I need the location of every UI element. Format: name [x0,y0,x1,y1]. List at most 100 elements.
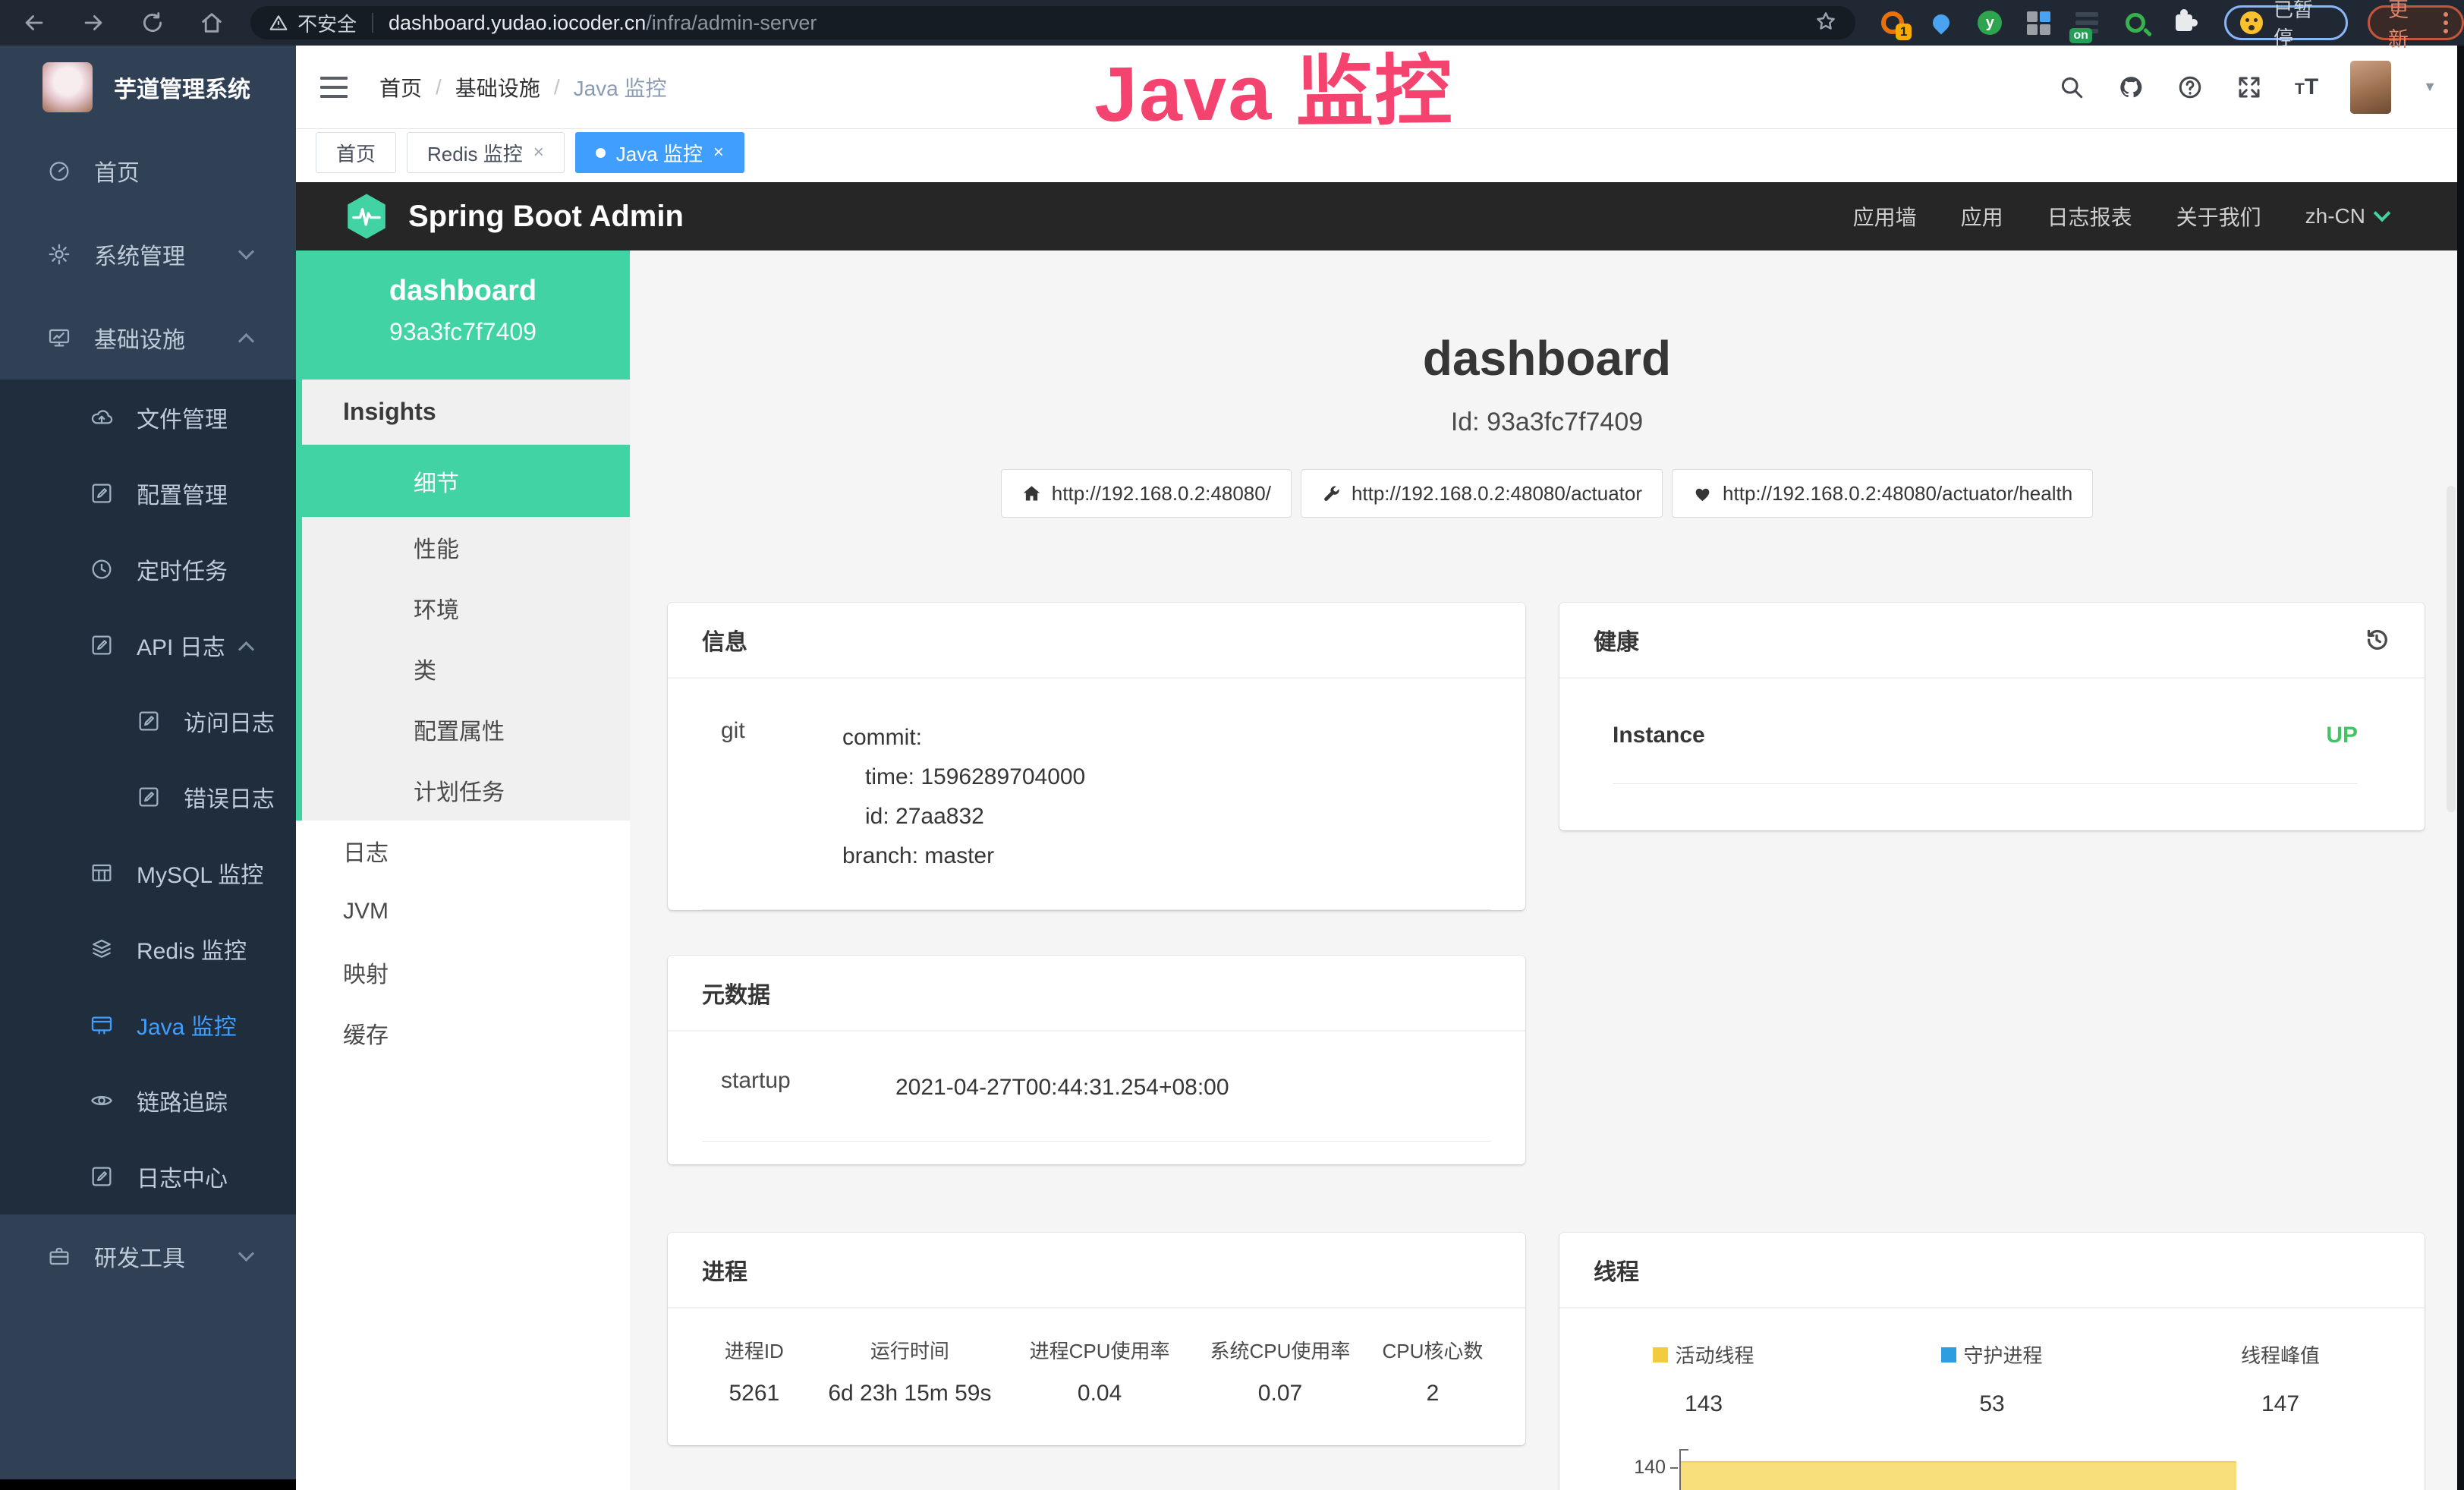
app-title: 芋道管理系统 [114,71,250,104]
eye-icon [90,1088,114,1113]
y-axis-tick: 140 [1559,1457,1666,1479]
screen-icon [90,1013,114,1037]
extension-icon-grid[interactable] [2024,8,2053,37]
extension-icon-switch[interactable]: on [2072,8,2101,37]
insights-section: Insights 细节 性能 环境 类 配置属性 计划任务 [296,380,630,821]
sidebar-item-file-mgmt[interactable]: 文件管理 [0,380,296,455]
health-url-button[interactable]: http://192.168.0.2:48080/actuator/health [1672,469,2093,518]
address-bar[interactable]: 不安全 dashboard.yudao.iocoder.cn /infra/ad… [250,6,1855,39]
sidebar-item-scheduled-tasks[interactable]: 定时任务 [0,531,296,607]
process-col-header: 系统CPU使用率 [1190,1336,1370,1364]
sba-nav-journal[interactable]: 日志报表 [2047,201,2132,232]
browser-update-button[interactable]: 更新 [2368,5,2464,40]
insights-section-label[interactable]: Insights [302,380,630,445]
browser-menu-icon[interactable] [2444,12,2448,33]
process-card: 进程 进程ID 运行时间 进程CPU使用率 系统CPU使用率 CPU核心数 52… [668,1233,1525,1445]
user-avatar[interactable] [2350,61,2391,114]
sidebar-item-api-logs[interactable]: API 日志 [0,607,296,683]
locale-selector[interactable]: zh-CN [2305,204,2388,228]
gear-icon [47,242,71,266]
sidebar-item-java-monitor[interactable]: Java 监控 [0,987,296,1063]
health-card: 健康 Instance UP [1559,603,2425,830]
sba-nav-applications[interactable]: 应用 [1961,201,2003,232]
sidebar-item-label: 首页 [94,154,140,187]
chevron-down-icon [238,1246,254,1262]
sba-menu-jvm[interactable]: JVM [296,881,630,942]
breadcrumb-home[interactable]: 首页 [379,72,422,102]
window-bottom-strip [0,1479,296,1490]
daemon-threads-value: 53 [1979,1391,2004,1417]
process-cpu: 0.04 [1009,1381,1190,1407]
extension-icon-pin[interactable] [1927,8,1956,37]
url-path[interactable]: /infra/admin-server [646,11,817,35]
sba-menu-details[interactable]: 细节 [296,445,630,517]
sidebar-item-dev-tools[interactable]: 研发工具 [0,1214,296,1298]
hamburger-icon[interactable] [320,77,348,98]
actuator-url-button[interactable]: http://192.168.0.2:48080/actuator [1301,469,1663,518]
metadata-card-title: 元数据 [668,956,1525,1032]
log-edit-icon [90,633,114,657]
breadcrumb-infrastructure[interactable]: 基础设施 [455,72,540,102]
extension-icon-colorpicker[interactable]: 1 [1878,8,1907,37]
sba-menu-mappings[interactable]: 映射 [296,942,630,1003]
service-url-button[interactable]: http://192.168.0.2:48080/ [1001,469,1292,518]
process-col-header: 运行时间 [810,1336,1010,1364]
sba-menu-metrics[interactable]: 性能 [302,517,630,578]
security-label[interactable]: 不安全 [297,9,357,37]
threads-stats: 活动线程 143 守护进程 53 线程峰值 147 [1559,1340,2425,1417]
monitor-icon [47,326,71,350]
sidebar-item-error-logs[interactable]: 错误日志 [0,759,296,835]
back-icon[interactable] [21,10,47,36]
status-badge: UP [2326,723,2358,748]
forward-icon[interactable] [80,10,106,36]
browser-home-icon[interactable] [199,10,225,36]
close-icon[interactable]: × [713,142,724,163]
sba-menu-scheduled-tasks[interactable]: 计划任务 [302,760,630,821]
y-axis-tick: 120 [1559,1487,1666,1490]
reload-icon[interactable] [140,10,165,36]
sba-menu-config-props[interactable]: 配置属性 [302,699,630,760]
log-edit-icon [90,1164,114,1189]
sba-menu-environment[interactable]: 环境 [302,578,630,638]
avatar-caret-icon[interactable]: ▼ [2423,79,2437,95]
scrollbar[interactable] [2447,486,2456,812]
extension-icon-magnifier[interactable] [2121,8,2150,37]
extension-icon-puzzle[interactable] [2170,8,2198,37]
sidebar-item-tracing[interactable]: 链路追踪 [0,1063,296,1139]
font-size-icon[interactable]: TT [2295,74,2318,100]
sidebar-item-home[interactable]: 首页 [0,129,296,213]
sidebar-item-access-logs[interactable]: 访问日志 [0,683,296,759]
bookmark-star-icon[interactable] [1814,10,1837,36]
sidebar-item-config-mgmt[interactable]: 配置管理 [0,455,296,531]
update-label: 更新 [2388,0,2428,52]
tab-redis-monitor[interactable]: Redis 监控× [407,132,565,173]
extensions-row: 1 y on [1878,8,2198,37]
sba-menu-classes[interactable]: 类 [302,638,630,699]
close-icon[interactable]: × [533,142,544,163]
gauge-icon [47,159,71,183]
sidebar-item-infrastructure[interactable]: 基础设施 [0,296,296,380]
history-icon[interactable] [2363,626,2390,654]
sidebar-item-mysql-monitor[interactable]: MySQL 监控 [0,835,296,911]
sidebar-item-redis-monitor[interactable]: Redis 监控 [0,911,296,987]
git-commit-line: commit: [842,718,1085,758]
tab-java-monitor[interactable]: Java 监控× [575,132,744,173]
profile-paused-chip[interactable]: 已暂停 [2224,5,2348,40]
tab-home[interactable]: 首页 [316,132,396,173]
extension-icon-yudao[interactable]: y [1975,8,2004,37]
sba-brand[interactable]: Spring Boot Admin [408,200,684,234]
sba-menu-caches[interactable]: 缓存 [296,1003,630,1063]
search-icon[interactable] [2058,74,2085,101]
sba-menu-logs[interactable]: 日志 [296,821,630,881]
metadata-key: startup [721,1068,895,1107]
home-icon [1021,484,1042,504]
sba-nav-wallboard[interactable]: 应用墙 [1853,201,1917,232]
github-icon[interactable] [2117,74,2145,101]
sidebar-item-log-center[interactable]: 日志中心 [0,1139,296,1214]
help-icon[interactable] [2176,74,2204,101]
sba-nav-about[interactable]: 关于我们 [2176,201,2261,232]
sidebar-item-system-mgmt[interactable]: 系统管理 [0,213,296,296]
paused-label: 已暂停 [2274,0,2332,51]
fullscreen-icon[interactable] [2236,74,2263,101]
url-host[interactable]: dashboard.yudao.iocoder.cn [389,11,646,35]
